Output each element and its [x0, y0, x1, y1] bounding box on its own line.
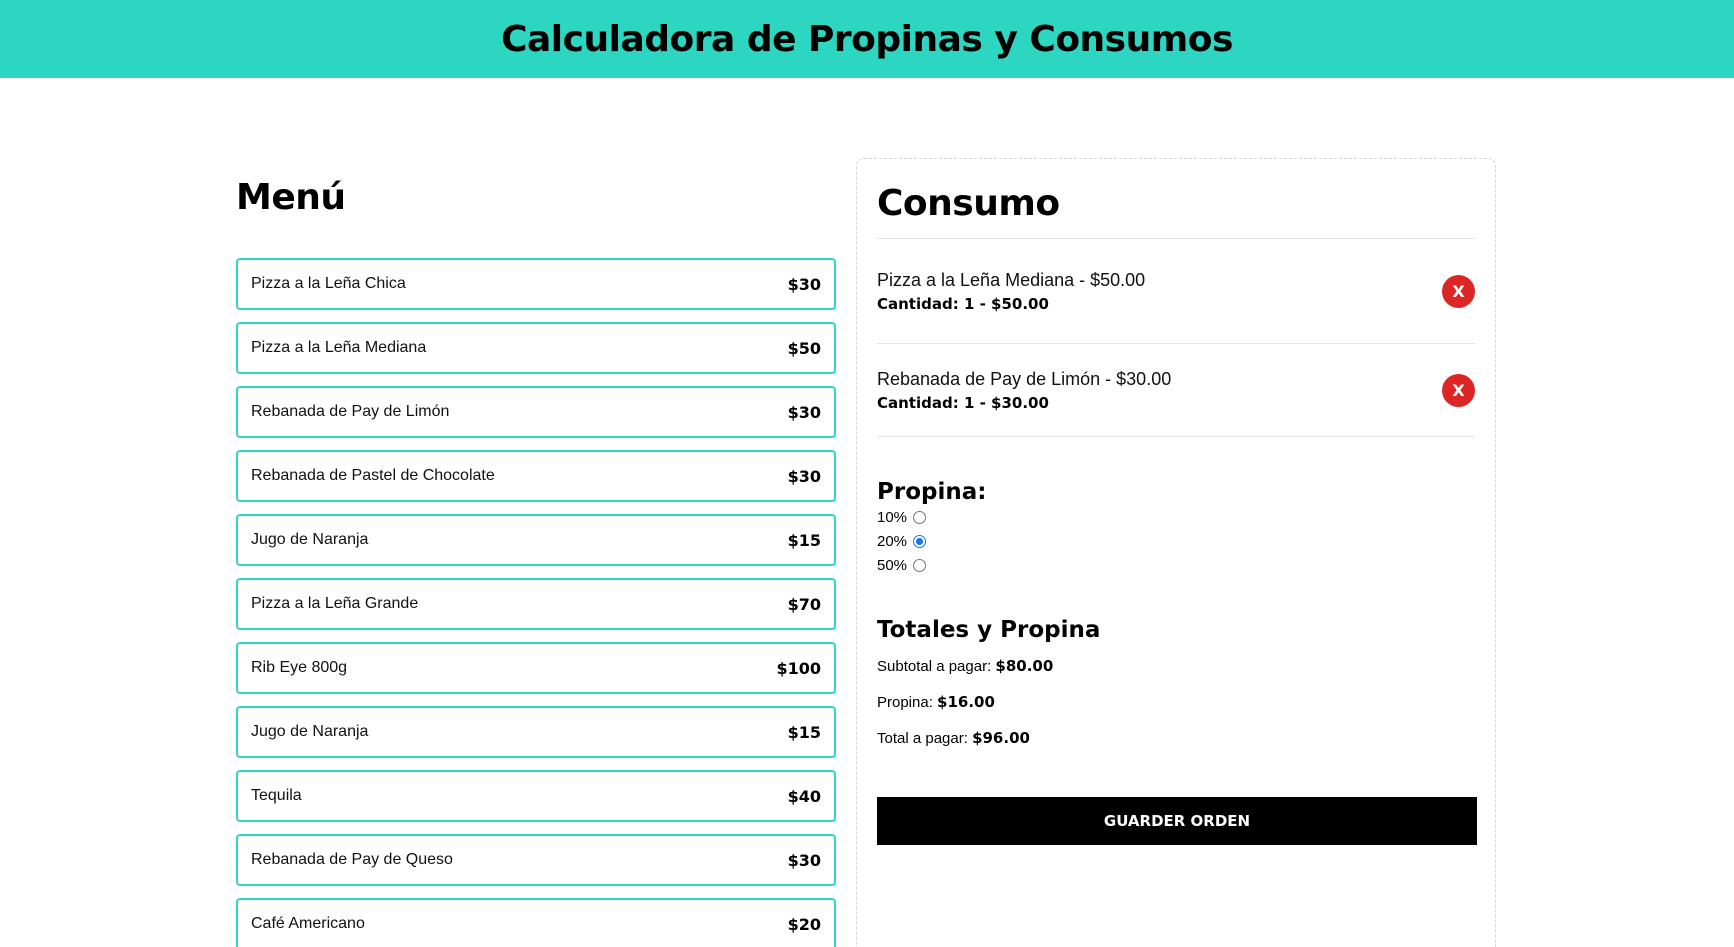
- menu-item-price: $15: [787, 722, 821, 742]
- tip-row: Propina: $16.00: [877, 693, 1475, 729]
- tip-option-50[interactable]: 50%: [877, 553, 1475, 577]
- total-label: Total a pagar:: [877, 730, 973, 747]
- menu-item-price: $50: [787, 338, 821, 358]
- totals-section: Totales y Propina Subtotal a pagar: $80.…: [877, 617, 1475, 765]
- menu-item-name: Rib Eye 800g: [251, 659, 348, 676]
- order-list: Pizza a la Leña Mediana - $50.00 Cantida…: [877, 238, 1475, 437]
- menu-item-name: Rebanada de Pay de Limón: [251, 403, 450, 420]
- menu-item[interactable]: Rebanada de Pastel de Chocolate $30: [236, 450, 836, 502]
- menu-item[interactable]: Rebanada de Pay de Queso $30: [236, 834, 836, 886]
- menu-item-name: Jugo de Naranja: [251, 531, 369, 548]
- app-header: Calculadora de Propinas y Consumos: [0, 0, 1734, 78]
- page-title: Calculadora de Propinas y Consumos: [501, 18, 1233, 60]
- menu-item[interactable]: Pizza a la Leña Chica $30: [236, 258, 836, 310]
- menu-item-price: $30: [787, 274, 821, 294]
- tip-radio-50[interactable]: [913, 558, 927, 572]
- menu-item[interactable]: Jugo de Naranja $15: [236, 706, 836, 758]
- tip-option-label: 10%: [877, 508, 908, 526]
- tip-title: Propina:: [877, 479, 987, 505]
- menu-item-price: $15: [787, 530, 821, 550]
- menu-title: Menú: [236, 177, 346, 218]
- order-item-info: Rebanada de Pay de Limón - $30.00 Cantid…: [877, 369, 1171, 412]
- menu-item-name: Pizza a la Leña Grande: [251, 595, 419, 612]
- menu-item-name: Tequila: [251, 787, 302, 804]
- menu-item-name: Jugo de Naranja: [251, 723, 369, 740]
- menu-item-name: Pizza a la Leña Chica: [251, 275, 406, 292]
- consumo-card: Consumo Pizza a la Leña Mediana - $50.00…: [856, 158, 1496, 947]
- menu-item[interactable]: Rib Eye 800g $100: [236, 642, 836, 694]
- order-item: Rebanada de Pay de Limón - $30.00 Cantid…: [877, 344, 1475, 437]
- menu-item[interactable]: Rebanada de Pay de Limón $30: [236, 386, 836, 438]
- subtotal-value: $80.00: [995, 657, 1054, 675]
- menu-item[interactable]: Café Americano $20: [236, 898, 836, 947]
- menu-item-price: $30: [787, 850, 821, 870]
- tip-option-10[interactable]: 10%: [877, 505, 1475, 529]
- subtotal-row: Subtotal a pagar: $80.00: [877, 657, 1475, 693]
- remove-item-button[interactable]: X: [1442, 274, 1475, 308]
- menu-item-name: Rebanada de Pay de Queso: [251, 851, 453, 868]
- tip-option-20[interactable]: 20%: [877, 529, 1475, 553]
- total-value: $96.00: [972, 729, 1030, 747]
- tip-section: Propina: 10% 20% 50%: [877, 479, 1475, 577]
- menu-item-price: $20: [787, 914, 821, 934]
- menu-item-price: $40: [787, 786, 821, 806]
- totals-title: Totales y Propina: [877, 617, 1101, 643]
- order-item-name: Rebanada de Pay de Limón - $30.00: [877, 368, 1172, 389]
- menu-item[interactable]: Pizza a la Leña Grande $70: [236, 578, 836, 630]
- menu-item[interactable]: Tequila $40: [236, 770, 836, 822]
- order-item: Pizza a la Leña Mediana - $50.00 Cantida…: [877, 239, 1475, 344]
- order-item-quantity: Cantidad: 1 - $50.00: [877, 294, 1049, 313]
- tip-option-label: 20%: [877, 532, 908, 550]
- menu-item-name: Rebanada de Pastel de Chocolate: [251, 467, 495, 484]
- total-row: Total a pagar: $96.00: [877, 729, 1475, 765]
- menu-item-price: $30: [787, 402, 821, 422]
- save-order-button[interactable]: Guarder Orden: [877, 797, 1477, 845]
- menu-item-price: $100: [776, 658, 821, 678]
- tip-option-label: 50%: [877, 556, 908, 574]
- menu-item[interactable]: Jugo de Naranja $15: [236, 514, 836, 566]
- order-item-quantity: Cantidad: 1 - $30.00: [877, 393, 1049, 412]
- menu-section: Menú Pizza a la Leña Chica $30 Pizza a la…: [236, 150, 836, 947]
- tip-value: $16.00: [937, 693, 995, 711]
- menu-item-name: Pizza a la Leña Mediana: [251, 339, 427, 356]
- tip-radio-10[interactable]: [913, 510, 927, 524]
- tip-radio-20[interactable]: [913, 534, 927, 548]
- menu-item[interactable]: Pizza a la Leña Mediana $50: [236, 322, 836, 374]
- menu-item-price: $70: [787, 594, 821, 614]
- consumo-title: Consumo: [877, 183, 1060, 224]
- order-item-name: Pizza a la Leña Mediana - $50.00: [877, 269, 1146, 290]
- remove-item-button[interactable]: X: [1442, 373, 1475, 407]
- menu-item-name: Café Americano: [251, 915, 365, 932]
- menu-list: Pizza a la Leña Chica $30 Pizza a la Leña…: [236, 258, 836, 947]
- subtotal-label: Subtotal a pagar:: [877, 658, 996, 675]
- menu-item-price: $30: [787, 466, 821, 486]
- tip-label: Propina:: [877, 694, 938, 711]
- order-item-info: Pizza a la Leña Mediana - $50.00 Cantida…: [877, 270, 1145, 313]
